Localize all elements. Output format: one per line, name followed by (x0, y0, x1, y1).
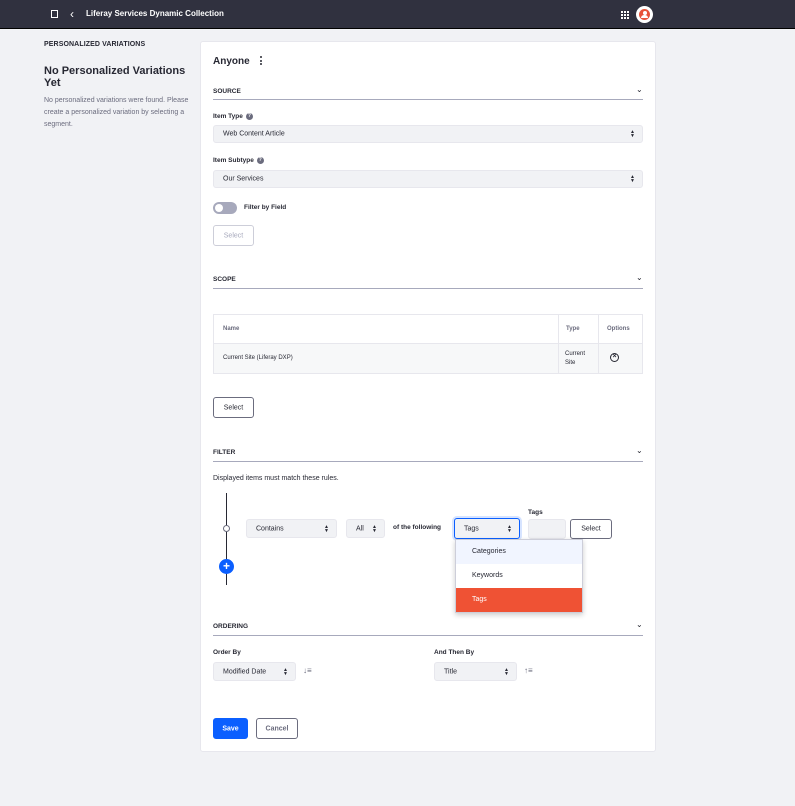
scope-section-title[interactable]: SCOPE (213, 276, 236, 283)
kebab-menu-icon[interactable] (260, 56, 263, 66)
personalized-variations-sidebar: PERSONALIZED VARIATIONS No Personalized … (44, 41, 194, 131)
cancel-button[interactable]: Cancel (256, 718, 298, 739)
then-by-select[interactable]: Title ▲ ▼ (434, 662, 517, 681)
collection-editor-panel: Anyone SOURCE ⌄ Item Type? Web Content A… (200, 41, 656, 752)
remove-scope-icon[interactable]: × (610, 353, 619, 362)
select-arrows-icon: ▲ ▼ (324, 523, 329, 534)
column-header-name: Name (223, 326, 240, 332)
empty-state-title: No Personalized Variations Yet (44, 65, 186, 89)
field-type-dropdown: Categories Keywords Tags (455, 539, 583, 613)
rule-node (223, 525, 230, 532)
column-header-options: Options (607, 326, 630, 332)
select-arrows-icon: ▲ ▼ (507, 523, 512, 534)
item-subtype-label: Item Subtype? (213, 157, 264, 165)
ordering-divider (213, 635, 643, 636)
scope-select-button[interactable]: Select (213, 397, 254, 418)
scope-row-name: Current Site (Liferay DXP) (223, 355, 293, 361)
select-arrows-icon: ▲ ▼ (283, 666, 288, 677)
filter-collapse-chevron-icon[interactable]: ⌄ (636, 446, 643, 455)
dropdown-option-categories[interactable]: Categories (456, 540, 582, 564)
field-type-select[interactable]: Tags ▲ ▼ (454, 518, 520, 539)
top-bar: ‹ Liferay Services Dynamic Collection (0, 0, 795, 29)
user-avatar[interactable] (636, 6, 653, 23)
source-divider (213, 99, 643, 100)
apps-grid-icon[interactable] (620, 10, 629, 19)
scope-collapse-chevron-icon[interactable]: ⌄ (636, 273, 643, 282)
sidebar-toggle-icon[interactable] (51, 10, 58, 18)
column-header-type: Type (566, 326, 580, 332)
dropdown-option-tags[interactable]: Tags (456, 588, 582, 612)
scope-row-type: Current Site (565, 351, 586, 366)
scope-divider (213, 288, 643, 289)
source-collapse-chevron-icon[interactable]: ⌄ (636, 85, 643, 94)
filter-by-field-label: Filter by Field (244, 204, 287, 211)
filter-description: Displayed items must match these rules. (213, 475, 339, 482)
ordering-collapse-chevron-icon[interactable]: ⌄ (636, 620, 643, 629)
back-chevron-icon[interactable]: ‹ (70, 7, 74, 21)
sort-ascending-icon[interactable]: ↑≡ (524, 666, 533, 675)
add-rule-button[interactable]: + (219, 559, 234, 574)
order-by-select[interactable]: Modified Date ▲ ▼ (213, 662, 296, 681)
filter-by-field-toggle[interactable] (213, 202, 237, 214)
help-icon: ? (245, 113, 253, 120)
variation-title: Anyone (213, 56, 250, 67)
operator-select[interactable]: Contains ▲ ▼ (246, 519, 337, 538)
help-icon: ? (256, 157, 264, 164)
select-arrows-icon: ▲ ▼ (372, 523, 377, 534)
order-by-label: Order By (213, 649, 241, 656)
tags-input[interactable] (528, 519, 566, 539)
ordering-section-title[interactable]: ORDERING (213, 623, 248, 630)
then-by-label: And Then By (434, 649, 475, 656)
save-button[interactable]: Save (213, 718, 248, 739)
page-title: Liferay Services Dynamic Collection (86, 9, 224, 18)
quantifier-select[interactable]: All ▲ ▼ (346, 519, 385, 538)
empty-state-text: No personalized variations were found. P… (44, 97, 189, 128)
sort-descending-icon[interactable]: ↓≡ (303, 666, 312, 675)
dropdown-option-keywords[interactable]: Keywords (456, 564, 582, 588)
select-arrows-icon: ▲ ▼ (504, 666, 509, 677)
tags-field-label: Tags (528, 509, 543, 516)
select-arrows-icon: ▲ ▼ (630, 174, 635, 184)
source-section-title[interactable]: SOURCE (213, 88, 241, 95)
item-subtype-select[interactable]: Our Services ▲ ▼ (213, 170, 643, 188)
item-type-label: Item Type? (213, 113, 253, 121)
scope-table: Name Type Options Current Site (Liferay … (213, 314, 643, 374)
filter-section-title[interactable]: FILTER (213, 449, 235, 456)
source-select-button[interactable]: Select (213, 225, 254, 246)
sidebar-label: PERSONALIZED VARIATIONS (44, 41, 146, 48)
of-following-label: of the following (393, 524, 442, 531)
tags-select-button[interactable]: Select (570, 519, 612, 539)
select-arrows-icon: ▲ ▼ (630, 129, 635, 139)
filter-divider (213, 461, 643, 462)
item-type-select[interactable]: Web Content Article ▲ ▼ (213, 125, 643, 143)
